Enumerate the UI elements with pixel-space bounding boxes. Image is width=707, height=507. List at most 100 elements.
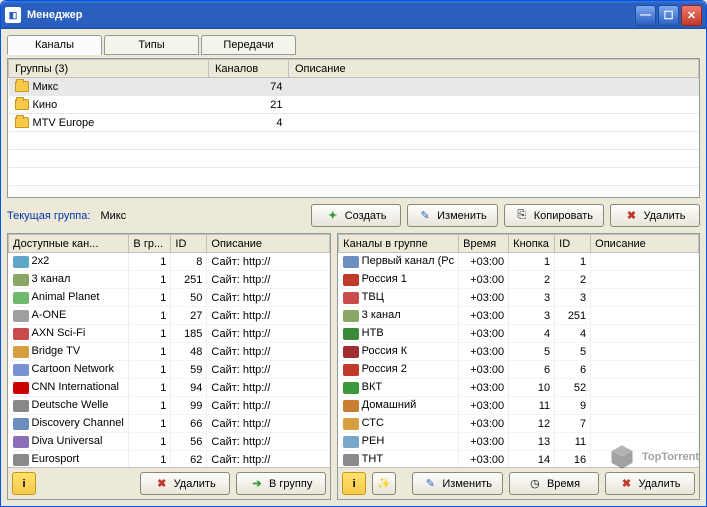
- time-button[interactable]: ◷ Время: [509, 472, 599, 495]
- table-row[interactable]: Cartoon Network159Сайт: http://: [9, 361, 330, 379]
- col-channel-count[interactable]: Каналов: [209, 60, 289, 78]
- table-row[interactable]: ТВЦ+03:0033: [339, 289, 699, 307]
- pencil-icon: ✎: [418, 209, 432, 223]
- channel-icon: [343, 364, 359, 376]
- table-row[interactable]: СТС+03:00127: [339, 415, 699, 433]
- table-row[interactable]: Eurosport162Сайт: http://: [9, 451, 330, 468]
- folder-icon: [15, 117, 29, 128]
- table-row[interactable]: CNN International194Сайт: http://: [9, 379, 330, 397]
- to-group-button[interactable]: ➔ В группу: [236, 472, 326, 495]
- tab-types[interactable]: Типы: [104, 35, 199, 55]
- cross-icon: ✖: [155, 477, 169, 491]
- table-row[interactable]: Discovery Channel166Сайт: http://: [9, 415, 330, 433]
- channel-icon: [343, 328, 359, 340]
- create-button[interactable]: ✦ Создать: [311, 204, 401, 227]
- cross-icon: ✖: [620, 477, 634, 491]
- channel-icon: [343, 436, 359, 448]
- window-title: Менеджер: [27, 9, 635, 21]
- delete-channel-button[interactable]: ✖ Удалить: [605, 472, 695, 495]
- col-grp-desc[interactable]: Описание: [591, 235, 699, 253]
- app-window: ◧ Менеджер — ☐ ✕ Каналы Типы Передачи Гр…: [0, 0, 707, 507]
- copy-button[interactable]: ⎘ Копировать: [504, 204, 604, 227]
- table-row[interactable]: РЕН+03:001311: [339, 433, 699, 451]
- arrow-right-icon: ➔: [250, 477, 264, 491]
- table-row[interactable]: Animal Planet150Сайт: http://: [9, 289, 330, 307]
- channel-icon: [343, 310, 359, 322]
- tab-strip: Каналы Типы Передачи: [7, 35, 700, 55]
- table-row[interactable]: Deutsche Welle199Сайт: http://: [9, 397, 330, 415]
- channel-icon: [343, 274, 359, 286]
- delete-group-button[interactable]: ✖ Удалить: [610, 204, 700, 227]
- channel-icon: [13, 364, 29, 376]
- col-grp-button[interactable]: Кнопка: [509, 235, 555, 253]
- available-channels-table[interactable]: Доступные кан... В гр... ID Описание 2x2…: [8, 234, 330, 467]
- current-group-row: Текущая группа: Микс ✦ Создать ✎ Изменит…: [7, 202, 700, 229]
- col-groups[interactable]: Группы (3): [9, 60, 209, 78]
- channel-icon: [13, 292, 29, 304]
- group-channels-pane: Каналы в группе Время Кнопка ID Описание…: [337, 233, 700, 500]
- tab-channels[interactable]: Каналы: [7, 35, 102, 55]
- folder-icon: [15, 99, 29, 110]
- group-row[interactable]: MTV Europe4: [9, 114, 699, 132]
- col-avail-desc[interactable]: Описание: [207, 235, 330, 253]
- close-button[interactable]: ✕: [681, 5, 702, 26]
- table-row[interactable]: 3 канал+03:003251: [339, 307, 699, 325]
- table-row[interactable]: 2x218Сайт: http://: [9, 253, 330, 271]
- tab-programs[interactable]: Передачи: [201, 35, 296, 55]
- channel-icon: [343, 346, 359, 358]
- col-desc[interactable]: Описание: [289, 60, 699, 78]
- col-avail-id[interactable]: ID: [171, 235, 207, 253]
- table-row[interactable]: Bridge TV148Сайт: http://: [9, 343, 330, 361]
- group-row[interactable]: Кино21: [9, 96, 699, 114]
- table-row[interactable]: ВКТ+03:001052: [339, 379, 699, 397]
- col-grp-id[interactable]: ID: [555, 235, 591, 253]
- info-button-right[interactable]: i: [342, 472, 366, 495]
- channel-icon: [13, 454, 29, 466]
- minimize-button[interactable]: —: [635, 5, 656, 26]
- channel-icon: [343, 256, 359, 268]
- groups-table[interactable]: Группы (3) Каналов Описание Микс74Кино21…: [8, 59, 699, 186]
- channel-icon: [13, 418, 29, 430]
- current-group-label: Текущая группа:: [7, 210, 90, 222]
- table-row[interactable]: Россия 2+03:0066: [339, 361, 699, 379]
- group-row[interactable]: Микс74: [9, 78, 699, 96]
- available-channels-pane: Доступные кан... В гр... ID Описание 2x2…: [7, 233, 331, 500]
- table-row[interactable]: НТВ+03:0044: [339, 325, 699, 343]
- channel-icon: [343, 454, 359, 466]
- edit-button[interactable]: ✎ Изменить: [407, 204, 498, 227]
- channel-icon: [13, 346, 29, 358]
- col-grp-name[interactable]: Каналы в группе: [339, 235, 459, 253]
- copy-icon: ⎘: [515, 209, 529, 223]
- table-row[interactable]: Россия 1+03:0022: [339, 271, 699, 289]
- table-row[interactable]: 3 канал1251Сайт: http://: [9, 271, 330, 289]
- channel-icon: [13, 400, 29, 412]
- channel-icon: [13, 256, 29, 268]
- title-bar[interactable]: ◧ Менеджер — ☐ ✕: [1, 1, 706, 29]
- table-row[interactable]: Diva Universal156Сайт: http://: [9, 433, 330, 451]
- table-row[interactable]: AXN Sci-Fi1185Сайт: http://: [9, 325, 330, 343]
- channel-icon: [13, 328, 29, 340]
- current-group-value: Микс: [100, 210, 126, 222]
- app-icon: ◧: [5, 7, 21, 23]
- pencil-icon: ✎: [423, 477, 437, 491]
- col-grp-time[interactable]: Время: [459, 235, 509, 253]
- table-row[interactable]: A-ONE127Сайт: http://: [9, 307, 330, 325]
- table-row[interactable]: Первый канал (Рс+03:0011: [339, 253, 699, 271]
- groups-panel: Группы (3) Каналов Описание Микс74Кино21…: [7, 58, 700, 198]
- wand-button[interactable]: ✨: [372, 472, 396, 495]
- clock-icon: ◷: [528, 477, 542, 491]
- delete-available-button[interactable]: ✖ Удалить: [140, 472, 230, 495]
- group-channels-table[interactable]: Каналы в группе Время Кнопка ID Описание…: [338, 234, 699, 467]
- maximize-button[interactable]: ☐: [658, 5, 679, 26]
- edit-channel-button[interactable]: ✎ Изменить: [412, 472, 503, 495]
- col-avail-name[interactable]: Доступные кан...: [9, 235, 129, 253]
- channel-icon: [13, 382, 29, 394]
- table-row[interactable]: ТНТ+03:001416: [339, 451, 699, 468]
- table-row[interactable]: Домашний+03:00119: [339, 397, 699, 415]
- channel-icon: [13, 310, 29, 322]
- info-button-left[interactable]: i: [12, 472, 36, 495]
- col-avail-groups[interactable]: В гр...: [129, 235, 171, 253]
- table-row[interactable]: Россия К+03:0055: [339, 343, 699, 361]
- star-icon: ✦: [326, 209, 340, 223]
- channel-icon: [343, 418, 359, 430]
